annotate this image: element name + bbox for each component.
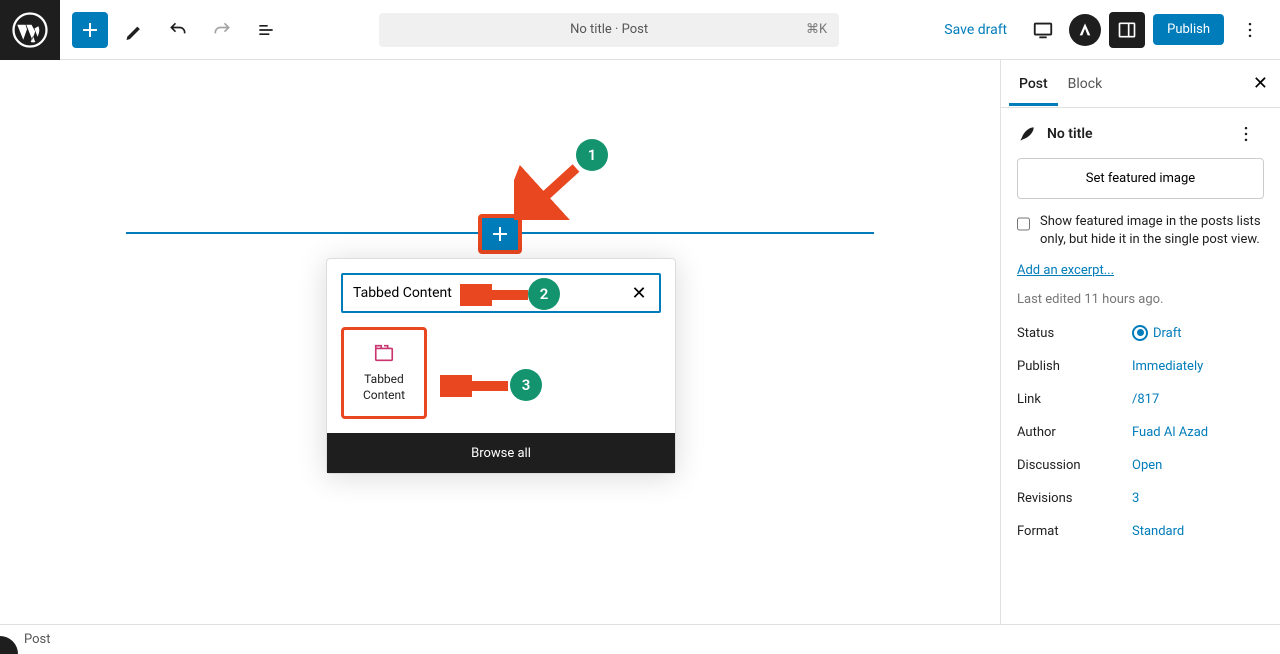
meta-label-author: Author (1017, 425, 1132, 440)
view-button[interactable] (1025, 12, 1061, 48)
feather-icon (1017, 124, 1037, 144)
meta-label-status: Status (1017, 326, 1132, 341)
draft-status-icon (1132, 325, 1148, 341)
annotation-arrow-2 (460, 284, 532, 306)
editor-top-toolbar: No title · Post ⌘K Save draft Publish (0, 0, 1280, 60)
wordpress-logo[interactable] (0, 0, 60, 60)
sidebar-body: No title Set featured image Show feature… (1001, 108, 1280, 555)
command-shortcut: ⌘K (806, 22, 827, 37)
meta-value-format: Standard (1132, 524, 1184, 539)
toolbar-left-group (60, 12, 296, 48)
meta-label-revisions: Revisions (1017, 491, 1132, 506)
meta-label-link: Link (1017, 392, 1132, 407)
tabbed-content-icon (372, 342, 396, 364)
featured-image-visibility-label: Show featured image in the posts lists o… (1040, 213, 1264, 249)
document-actions-button[interactable] (1228, 116, 1264, 152)
annotation-arrow-1 (514, 160, 584, 220)
save-draft-button[interactable]: Save draft (934, 16, 1017, 44)
editor-main: 1 ✕ Tabbed Content Browse all (0, 60, 1280, 624)
clear-search-button[interactable]: ✕ (629, 283, 649, 303)
breadcrumb[interactable]: Post (24, 632, 51, 647)
annotation-marker-3: 3 (510, 369, 542, 401)
meta-row-discussion[interactable]: Discussion Open (1017, 458, 1264, 473)
featured-image-visibility-row: Show featured image in the posts lists o… (1017, 213, 1264, 249)
tools-button[interactable] (116, 12, 152, 48)
document-summary-row: No title (1017, 124, 1264, 144)
document-title-text: No title · Post (570, 22, 648, 37)
tab-post[interactable]: Post (1009, 62, 1058, 106)
settings-toggle-button[interactable] (1109, 12, 1145, 48)
document-title: No title (1047, 126, 1093, 142)
redo-button[interactable] (204, 12, 240, 48)
annotation-arrow-3 (440, 375, 512, 397)
meta-label-discussion: Discussion (1017, 458, 1132, 473)
meta-row-publish[interactable]: Publish Immediately (1017, 359, 1264, 374)
meta-row-link[interactable]: Link /817 (1017, 392, 1264, 407)
last-edited-text: Last edited 11 hours ago. (1017, 292, 1264, 307)
annotation-marker-2: 2 (528, 278, 560, 310)
meta-value-status: Draft (1132, 325, 1182, 341)
editor-canvas[interactable]: 1 ✕ Tabbed Content Browse all (0, 60, 1000, 624)
block-item-tabbed-content[interactable]: Tabbed Content (341, 327, 427, 419)
add-block-button[interactable] (72, 12, 108, 48)
document-title-bar[interactable]: No title · Post ⌘K (379, 13, 839, 47)
meta-value-author: Fuad Al Azad (1132, 425, 1208, 440)
meta-label-publish: Publish (1017, 359, 1132, 374)
inline-block-inserter[interactable] (478, 214, 522, 254)
add-excerpt-link[interactable]: Add an excerpt... (1017, 263, 1114, 278)
toolbar-center: No title · Post ⌘K (296, 13, 922, 47)
publish-button[interactable]: Publish (1153, 14, 1224, 45)
options-button[interactable] (1232, 12, 1268, 48)
tab-block[interactable]: Block (1058, 62, 1113, 106)
meta-row-revisions[interactable]: Revisions 3 (1017, 491, 1264, 506)
meta-row-status[interactable]: Status Draft (1017, 325, 1264, 341)
meta-value-publish: Immediately (1132, 359, 1203, 374)
meta-row-format[interactable]: Format Standard (1017, 524, 1264, 539)
meta-value-revisions: 3 (1132, 491, 1139, 506)
document-outline-button[interactable] (248, 12, 284, 48)
post-meta-list: Status Draft Publish Immediately Link /8… (1017, 325, 1264, 539)
close-sidebar-button[interactable]: ✕ (1253, 73, 1268, 94)
settings-sidebar: Post Block ✕ No title Set featured image… (1000, 60, 1280, 624)
meta-row-author[interactable]: Author Fuad Al Azad (1017, 425, 1264, 440)
sidebar-tabs: Post Block ✕ (1001, 60, 1280, 108)
meta-value-discussion: Open (1132, 458, 1162, 473)
editor-footer: Post (0, 624, 1280, 654)
meta-value-link: /817 (1132, 392, 1159, 407)
block-item-label: Tabbed Content (344, 372, 424, 403)
undo-button[interactable] (160, 12, 196, 48)
astra-icon[interactable] (1069, 14, 1101, 46)
featured-image-visibility-checkbox[interactable] (1017, 215, 1030, 233)
browse-all-button[interactable]: Browse all (327, 433, 675, 473)
set-featured-image-button[interactable]: Set featured image (1017, 158, 1264, 199)
meta-label-format: Format (1017, 524, 1132, 539)
toolbar-right-group: Save draft Publish (922, 12, 1280, 48)
